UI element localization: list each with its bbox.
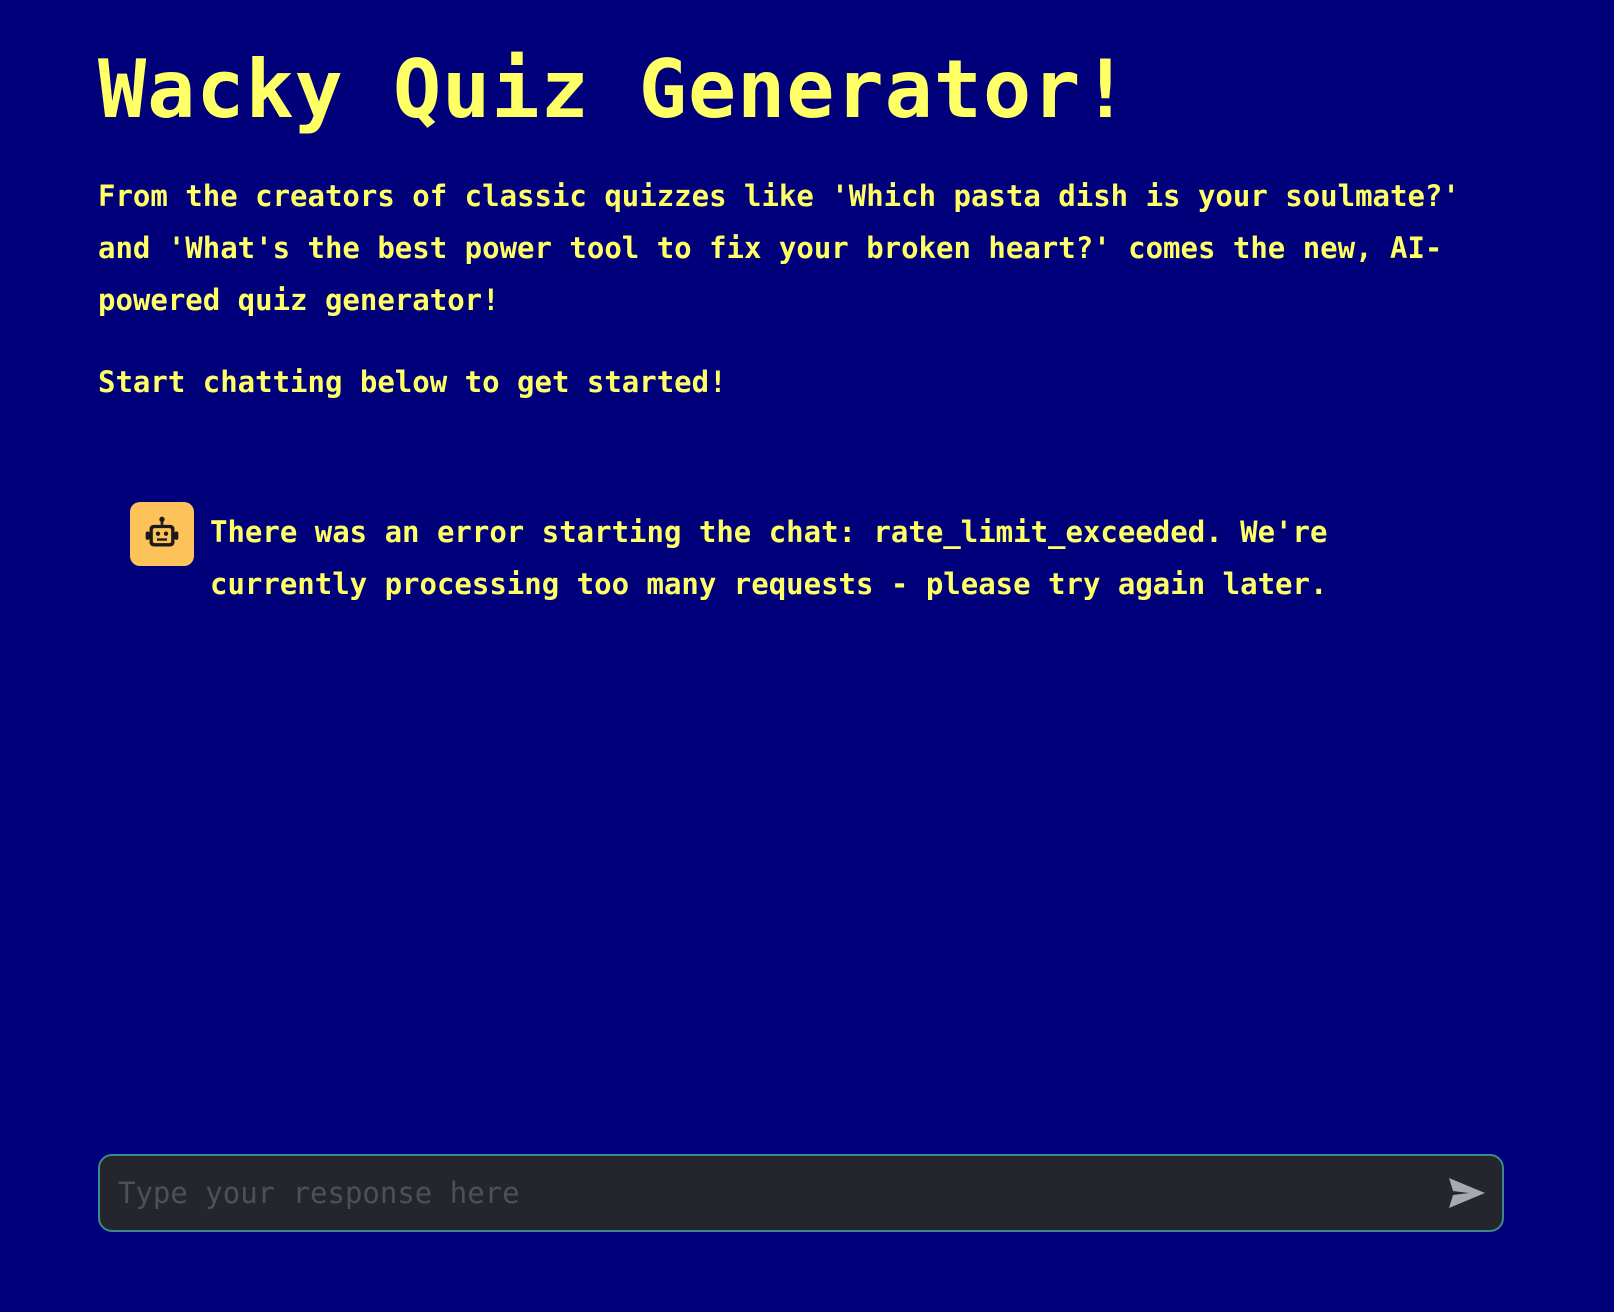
robot-icon <box>130 502 194 566</box>
send-icon <box>1449 1178 1485 1208</box>
page-title: Wacky Quiz Generator! <box>98 43 1131 136</box>
intro-text: From the creators of classic quizzes lik… <box>98 179 1460 317</box>
call-to-action: Start chatting below to get started! <box>98 365 727 399</box>
chat-composer <box>98 1154 1504 1232</box>
chat-message: There was an error starting the chat: ra… <box>130 502 1470 610</box>
page: Wacky Quiz Generator! From the creators … <box>98 0 1508 1312</box>
message-text: There was an error starting the chat: ra… <box>210 515 1328 601</box>
response-input[interactable] <box>100 1156 1432 1230</box>
send-button[interactable] <box>1432 1156 1502 1230</box>
